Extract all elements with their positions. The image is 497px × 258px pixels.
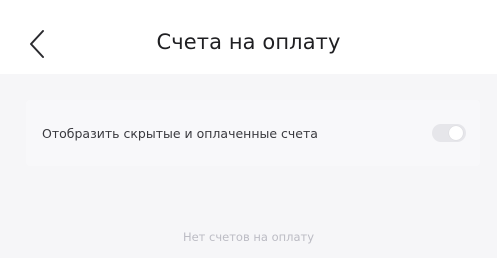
show-hidden-paid-label: Отобразить скрытые и оплаченные счета [42, 125, 318, 141]
show-hidden-paid-row[interactable]: Отобразить скрытые и оплаченные счета [26, 100, 480, 166]
page-title: Счета на оплату [156, 30, 341, 54]
invoices-screen: Счета на оплату Отобразить скрытые и опл… [0, 0, 497, 258]
empty-state-message: Нет счетов на оплату [182, 230, 315, 244]
header: Счета на оплату [0, 0, 497, 74]
content-area: Отобразить скрытые и оплаченные счета Не… [0, 74, 497, 258]
toggle-knob [449, 126, 463, 140]
show-hidden-paid-toggle[interactable] [432, 124, 466, 142]
